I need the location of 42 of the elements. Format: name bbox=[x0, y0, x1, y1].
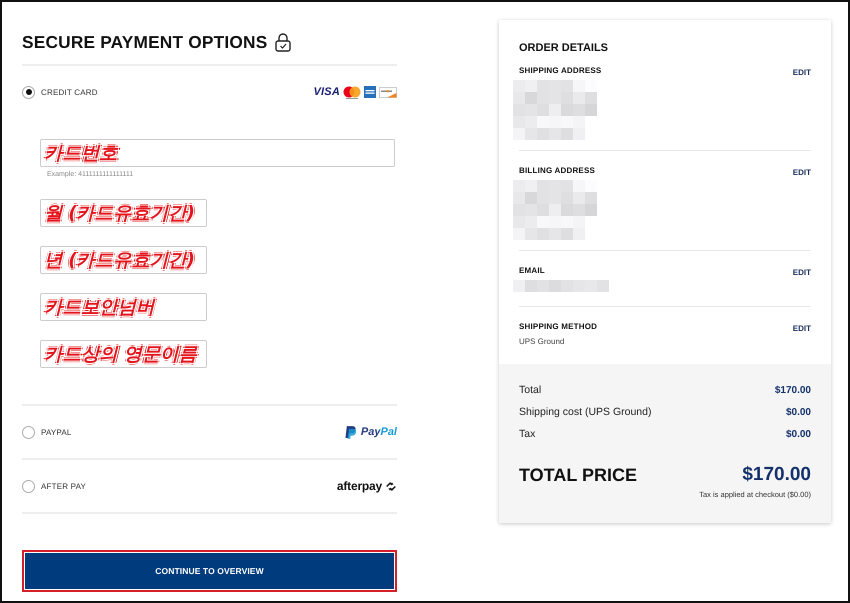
total-label: TOTAL PRICE bbox=[519, 464, 638, 486]
padlock-check-icon bbox=[275, 32, 292, 52]
annotation-text: 카드번호 bbox=[44, 142, 118, 166]
section-label: SHIPPING METHOD bbox=[519, 322, 598, 330]
annotation-text: 카드상의 영문이름 bbox=[44, 342, 198, 366]
summary-label: Total bbox=[519, 384, 542, 396]
edit-link[interactable]: EDIT bbox=[792, 324, 811, 332]
card-brand-text: VISA bbox=[314, 86, 340, 98]
input-field[interactable]: 년 (카드유효기간) bbox=[40, 246, 207, 274]
summary-label: Shipping cost (UPS Ground) bbox=[519, 406, 652, 418]
payment-option-radio[interactable]: PAYPAL bbox=[22, 426, 72, 438]
summary-amount: $0.00 bbox=[786, 428, 811, 440]
overlapping-circles-icon bbox=[343, 86, 361, 98]
summary-amount: $0.00 bbox=[786, 406, 811, 418]
afterpay-wordmark: afterpay bbox=[336, 479, 382, 493]
annotation-text: 카드보안넘버 bbox=[44, 296, 154, 320]
shipping-method-value: UPS Ground bbox=[519, 337, 566, 346]
input-field[interactable]: 카드보안넘버 bbox=[40, 293, 207, 321]
edit-link[interactable]: EDIT bbox=[792, 268, 811, 276]
input-field[interactable]: 카드상의 영문이름 bbox=[40, 340, 207, 368]
input-field[interactable]: 카드번호 bbox=[40, 139, 395, 167]
striped-card-icon bbox=[364, 86, 376, 98]
edit-link[interactable]: EDIT bbox=[792, 168, 811, 176]
continue-button[interactable]: CONTINUE TO OVERVIEW bbox=[22, 550, 397, 592]
section-label: SHIPPING ADDRESS bbox=[519, 66, 602, 74]
payment-option-radio[interactable]: CREDIT CARD bbox=[22, 86, 98, 98]
page-title: SECURE PAYMENT OPTIONS bbox=[22, 31, 268, 54]
summary-amount: $170.00 bbox=[774, 384, 811, 396]
payment-option-radio[interactable]: AFTER PAY bbox=[22, 480, 86, 492]
annotation-text: 월 (카드유효기간) bbox=[44, 202, 194, 226]
loop-arrows-icon bbox=[385, 480, 397, 492]
paypal-wordmark: PayPal bbox=[360, 426, 397, 438]
section-label: EMAIL bbox=[519, 266, 545, 274]
annotation-text: 년 (카드유효기간) bbox=[44, 248, 194, 272]
input-field[interactable]: 월 (카드유효기간) bbox=[40, 199, 207, 227]
edit-link[interactable]: EDIT bbox=[792, 68, 811, 76]
total-amount: $170.00 bbox=[742, 464, 811, 486]
section-title: ORDER DETAILS bbox=[519, 41, 610, 56]
card-logo-icon bbox=[379, 86, 397, 98]
letter-p-icon bbox=[344, 426, 356, 438]
section-label: BILLING ADDRESS bbox=[519, 166, 596, 174]
summary-label: Tax bbox=[519, 428, 536, 440]
